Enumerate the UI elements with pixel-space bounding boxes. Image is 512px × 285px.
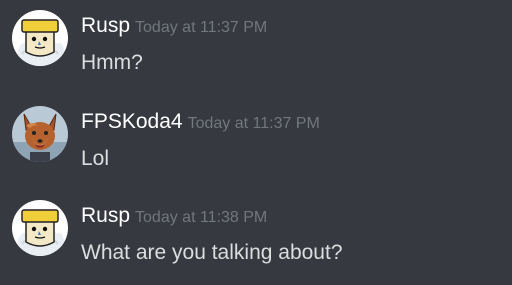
timestamp: Today at 11:37 PM [135,19,268,36]
message-content: Lol [81,147,110,170]
avatar[interactable] [12,200,68,256]
chat-message: Rusp Today at 11:37 PM Hmm? [0,0,512,88]
message-header: Rusp Today at 11:38 PM [81,202,267,232]
avatar[interactable] [12,10,68,66]
username[interactable]: Rusp [81,14,130,37]
username[interactable]: FPSKoda4 [81,110,183,133]
message-header: Rusp Today at 11:37 PM [81,12,267,42]
avatar[interactable] [12,106,68,162]
timestamp: Today at 11:38 PM [135,209,268,226]
chat-message-list: RuspToday at 11:37 PM Hmm? FPSKoda4Tod [0,0,512,285]
chat-message: Rusp Today at 11:38 PM What are you talki… [0,190,512,278]
message-header: FPSKoda4 Today at 11:37 PM [81,108,320,138]
message-content: Hmm? [81,51,143,74]
timestamp: Today at 11:37 PM [187,115,320,132]
yellow-hat-face-icon [12,200,68,256]
fox-face-icon [12,106,68,162]
username[interactable]: Rusp [81,204,130,227]
chat-message: FPSKoda4 Today at 11:37 PM Lol [0,96,512,184]
message-content: What are you talking about? [81,241,343,264]
yellow-hat-face-icon [12,10,68,66]
